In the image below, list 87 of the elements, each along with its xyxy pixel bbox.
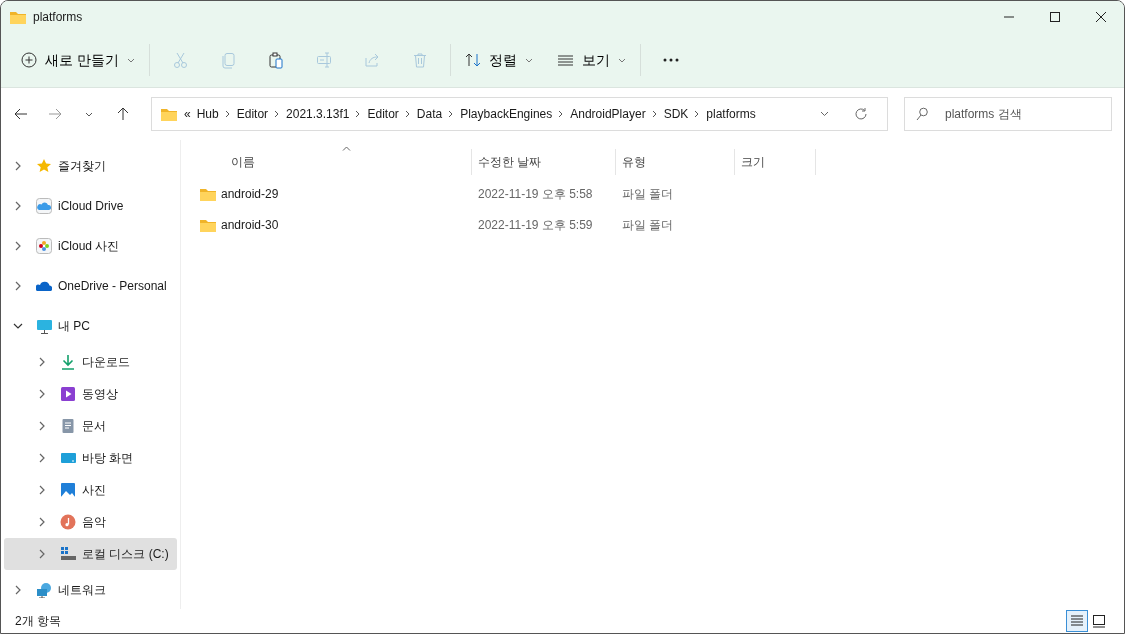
desktop-icon: [60, 450, 76, 466]
chevron-icon: [355, 110, 362, 118]
chevron-icon: [694, 110, 701, 118]
sidebar-item[interactable]: 문서: [4, 410, 177, 442]
breadcrumb-link[interactable]: platforms: [706, 105, 756, 123]
breadcrumb-link[interactable]: 2021.3.13f1: [286, 105, 350, 123]
drive-icon: [60, 546, 76, 562]
network-icon: [36, 582, 52, 598]
forward-arrow-icon: [47, 106, 63, 122]
sort-caret-icon: [341, 146, 351, 151]
music-icon: [60, 514, 76, 530]
sidebar-item[interactable]: 네트워크: [4, 570, 177, 610]
search-field[interactable]: platforms 검색: [904, 97, 1112, 131]
file-name[interactable]: android-30: [221, 215, 279, 234]
file-date: 2022-11-19 오후 5:59: [477, 216, 594, 234]
column-header[interactable]: 수정한 날짜: [472, 149, 616, 175]
window-icon: [1091, 613, 1107, 629]
breadcrumb-link[interactable]: Editor: [236, 105, 269, 123]
flower-icon: [36, 238, 52, 254]
sidebar-item[interactable]: iCloud Drive: [4, 186, 177, 226]
file-type: 파일 폴더: [621, 216, 675, 234]
rename-icon: [315, 51, 332, 69]
sort-button[interactable]: 정렬: [456, 42, 541, 78]
chevron-icon: [651, 110, 658, 118]
column-header[interactable]: 유형: [616, 149, 735, 175]
file-type: 파일 폴더: [621, 185, 675, 203]
caret-icon: [126, 57, 135, 63]
new-button[interactable]: 새로 만들기: [13, 42, 143, 78]
folder-icon: [160, 106, 178, 122]
trash-icon: [411, 51, 428, 69]
caret-icon: [85, 111, 93, 117]
item-count: 2개 항목: [15, 613, 61, 630]
chevron-icon: [224, 110, 231, 118]
minimize-icon: [1004, 16, 1014, 18]
document-icon: [60, 418, 76, 434]
share-icon: [363, 51, 380, 69]
dropdown-caret-icon: [820, 111, 829, 117]
breadcrumb-link[interactable]: SDK: [663, 105, 689, 123]
breadcrumb-link[interactable]: Editor: [367, 105, 399, 123]
column-header[interactable]: 이름: [199, 149, 472, 175]
sidebar-item[interactable]: OneDrive - Personal: [4, 266, 177, 306]
file-date: 2022-11-19 오후 5:58: [477, 185, 594, 203]
sidebar-item[interactable]: 음악: [4, 506, 177, 538]
breadcrumb-link[interactable]: Data: [416, 105, 443, 123]
clipboard-icon: [267, 51, 284, 69]
refresh-icon: [854, 107, 868, 121]
scissors-icon: [171, 51, 188, 69]
picture-icon: [60, 482, 76, 498]
caret-icon: [617, 57, 626, 63]
chevron-icon: [274, 110, 281, 118]
lines-icon: [556, 52, 574, 68]
breadcrumb-link[interactable]: Hub: [196, 105, 219, 123]
window-title: platforms: [33, 9, 83, 26]
download-icon: [60, 354, 76, 370]
maximize-icon: [1047, 9, 1063, 25]
monitor-icon: [36, 318, 52, 334]
video-icon: [60, 386, 76, 402]
caret-icon: [524, 57, 533, 63]
sort-arrows-icon: [464, 52, 481, 68]
close-icon: [1093, 9, 1109, 25]
star-icon: [36, 158, 52, 174]
address-bar[interactable]: « Hub Editor 2021.3.13f1 Editor Data PlaybackEngines AndroidPlayer SDK platforms: [151, 97, 888, 131]
plus-circle-icon: [21, 52, 37, 68]
back-arrow-icon: [13, 106, 29, 122]
more-icon: [662, 58, 679, 62]
sidebar-item[interactable]: 동영상: [4, 378, 177, 410]
copy-icon: [219, 51, 236, 69]
chevron-icon: [404, 110, 411, 118]
up-arrow-icon: [115, 106, 131, 122]
chevron-icon: [448, 110, 455, 118]
sidebar-item[interactable]: 내 PC: [4, 306, 177, 346]
view-button[interactable]: 보기: [548, 42, 634, 78]
overflow-chevrons[interactable]: «: [184, 105, 191, 123]
file-name[interactable]: android-29: [221, 184, 279, 203]
cloud-icon: [36, 198, 52, 214]
breadcrumb-link[interactable]: PlaybackEngines: [460, 105, 553, 123]
sidebar-item[interactable]: 바탕 화면: [4, 442, 177, 474]
sidebar-item[interactable]: 즐겨찾기: [4, 146, 177, 186]
list-icon: [1069, 613, 1085, 629]
sidebar-item[interactable]: 다운로드: [4, 346, 177, 378]
sidebar-item[interactable]: iCloud 사진: [4, 226, 177, 266]
sidebar-item[interactable]: 사진: [4, 474, 177, 506]
breadcrumb-link[interactable]: AndroidPlayer: [570, 105, 646, 123]
column-header[interactable]: 크기: [735, 149, 816, 175]
chevron-icon: [558, 110, 565, 118]
sidebar-item[interactable]: 로컬 디스크 (C:): [4, 538, 177, 570]
folder-icon: [9, 9, 27, 25]
